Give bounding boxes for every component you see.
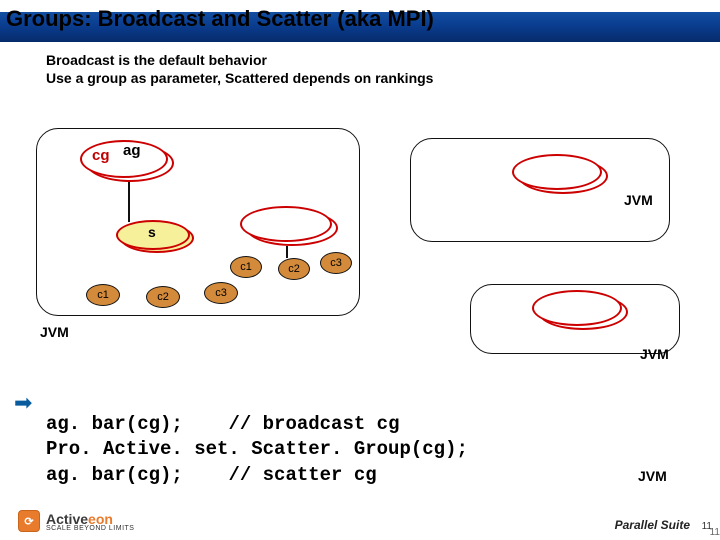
code-l3b: // scatter cg bbox=[228, 464, 376, 486]
c1-mid-label: c1 bbox=[240, 261, 252, 273]
c3-bottom-label: c3 bbox=[215, 287, 227, 299]
center-node bbox=[240, 206, 340, 248]
jvm-label-2: JVM bbox=[40, 324, 69, 340]
page-number-outer: 11 bbox=[710, 527, 720, 538]
s-label: s bbox=[148, 224, 156, 240]
empty-node-top-right bbox=[512, 154, 608, 196]
code-arrow-icon: ➡ bbox=[14, 390, 32, 416]
empty-node-bottom-right bbox=[532, 290, 628, 332]
c2-node-bottom: c2 bbox=[146, 286, 180, 308]
s-node bbox=[116, 220, 196, 256]
slide-title: Groups: Broadcast and Scatter (aka MPI) bbox=[6, 6, 434, 31]
jvm-label-1: JVM bbox=[624, 192, 653, 208]
logo-icon: ⟳ bbox=[18, 510, 40, 532]
c3-node-mid: c3 bbox=[320, 252, 352, 274]
diagram-stage: cg ag JVM s c1 c2 c3 c1 c2 c3 JVM bbox=[0, 92, 720, 522]
line-cg-center bbox=[128, 182, 130, 222]
footer-logo: ⟳ Activeeon SCALE BEYOND LIMITS bbox=[18, 510, 134, 532]
explain-block: Broadcast is the default behavior Use a … bbox=[0, 42, 720, 87]
explain-line-1: Broadcast is the default behavior bbox=[46, 52, 720, 70]
c1-node-mid: c1 bbox=[230, 256, 262, 278]
logo-text-block: Activeeon SCALE BEYOND LIMITS bbox=[46, 511, 134, 532]
c1-bottom-label: c1 bbox=[97, 289, 109, 301]
code-l3a: ag. bar(cg); bbox=[46, 464, 228, 486]
c1-node-bottom: c1 bbox=[86, 284, 120, 306]
c3-mid-label: c3 bbox=[330, 257, 342, 269]
c3-node-bottom: c3 bbox=[204, 282, 238, 304]
jvm-label-4: JVM bbox=[638, 468, 667, 484]
code-block: ag. bar(cg); // broadcast cg Pro. Active… bbox=[46, 386, 468, 514]
explain-line-2: Use a group as parameter, Scattered depe… bbox=[46, 70, 720, 88]
footer-right-text: Parallel Suite bbox=[615, 518, 690, 532]
jvm-label-3: JVM bbox=[640, 346, 669, 362]
c2-bottom-label: c2 bbox=[157, 291, 169, 303]
code-l1a: ag. bar(cg); bbox=[46, 413, 228, 435]
line-center-down bbox=[286, 246, 288, 258]
code-l1b: // broadcast cg bbox=[228, 413, 399, 435]
cg-label: cg bbox=[92, 147, 110, 164]
logo-glyph: ⟳ bbox=[24, 515, 33, 528]
title-bar: Groups: Broadcast and Scatter (aka MPI) bbox=[0, 0, 720, 42]
code-l2: Pro. Active. set. Scatter. Group(cg); bbox=[46, 438, 468, 460]
c2-node-mid: c2 bbox=[278, 258, 310, 280]
c2-mid-label: c2 bbox=[288, 263, 300, 275]
brand-tagline: SCALE BEYOND LIMITS bbox=[46, 525, 134, 532]
ag-label: ag bbox=[123, 142, 141, 159]
